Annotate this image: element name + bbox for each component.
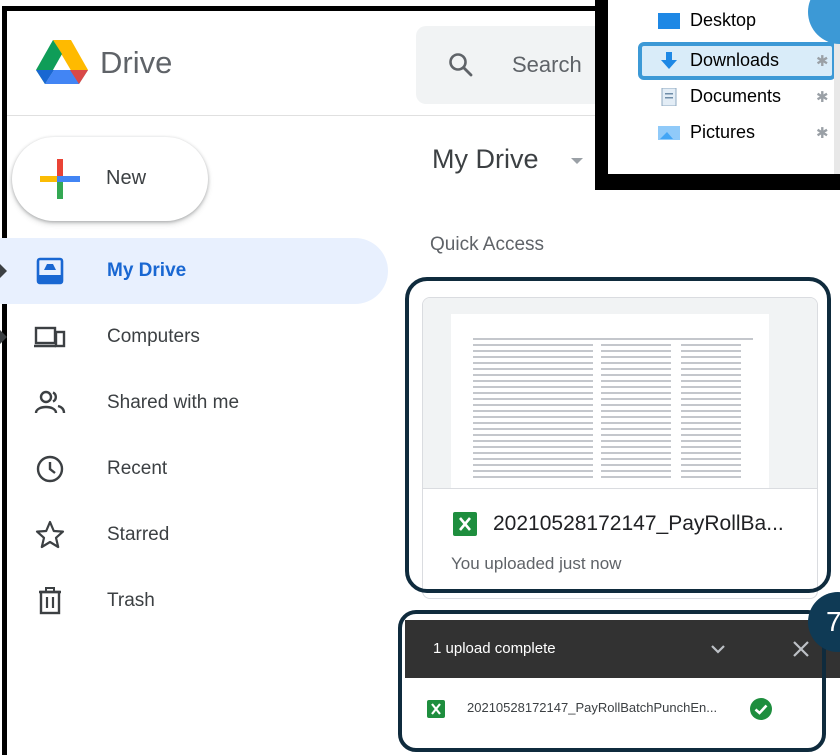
explorer-item-label: Pictures (690, 122, 756, 142)
drive-brand-name: Drive (100, 45, 173, 80)
search-input[interactable]: Search (512, 52, 582, 78)
expand-caret-icon[interactable] (0, 330, 7, 344)
explorer-item-downloads[interactable]: Downloads ✱ (608, 44, 840, 78)
documents-folder-icon (661, 88, 677, 106)
my-drive-icon (36, 257, 64, 285)
explorer-item-documents[interactable]: Documents ✱ (608, 80, 840, 114)
pin-icon[interactable]: ✱ (816, 52, 829, 70)
star-icon (35, 520, 65, 549)
pin-icon[interactable]: ✱ (816, 124, 829, 142)
sidebar-item-label: My Drive (107, 260, 187, 281)
file-card-highlight (405, 277, 831, 593)
quick-access-heading: Quick Access (430, 234, 545, 255)
page-title[interactable]: My Drive (432, 144, 539, 175)
file-explorer-inset: Desktop ✱ Downloads ✱ Documents ✱ (595, 0, 840, 190)
screenshot-frame: Drive Search New My Drive Computers Shar… (0, 0, 840, 755)
new-button[interactable]: New (12, 137, 208, 221)
explorer-item-label: Documents (690, 86, 782, 106)
explorer-quick-access: Desktop ✱ Downloads ✱ Documents ✱ (608, 0, 840, 174)
sidebar-item-shared-with-me[interactable]: Shared with me (0, 370, 388, 436)
explorer-item-label: Desktop (690, 10, 757, 30)
sidebar-item-starred[interactable]: Starred (0, 502, 388, 568)
sidebar-item-recent[interactable]: Recent (0, 436, 388, 502)
sidebar-item-label: Computers (107, 326, 200, 347)
chevron-down-icon[interactable] (571, 158, 583, 164)
desktop-folder-icon (658, 13, 680, 29)
computers-icon (34, 326, 66, 348)
shared-icon (34, 390, 66, 414)
sidebar-item-trash[interactable]: Trash (0, 568, 388, 634)
pictures-folder-icon (658, 126, 680, 140)
plus-icon (40, 159, 80, 199)
step-number: 7 (826, 606, 840, 637)
sidebar-item-computers[interactable]: Computers (0, 304, 388, 370)
explorer-item-label: Downloads (690, 50, 780, 70)
new-button-label: New (106, 167, 147, 189)
sidebar-item-label: Trash (107, 590, 155, 611)
explorer-item-pictures[interactable]: Pictures ✱ (608, 116, 840, 150)
pin-icon[interactable]: ✱ (816, 88, 829, 106)
upload-panel-highlight (398, 610, 826, 752)
clock-icon (36, 455, 64, 483)
downloads-folder-icon (661, 52, 677, 69)
expand-caret-icon[interactable] (0, 264, 7, 278)
explorer-item-desktop[interactable]: Desktop ✱ (608, 4, 840, 38)
search-icon[interactable] (448, 52, 474, 78)
drive-logo-icon (36, 40, 88, 84)
trash-icon (39, 587, 61, 615)
sidebar-item-label: Shared with me (107, 392, 240, 413)
sidebar-item-label: Recent (107, 458, 168, 479)
sidebar-item-label: Starred (107, 524, 170, 545)
sidebar-item-my-drive[interactable]: My Drive (0, 238, 388, 304)
